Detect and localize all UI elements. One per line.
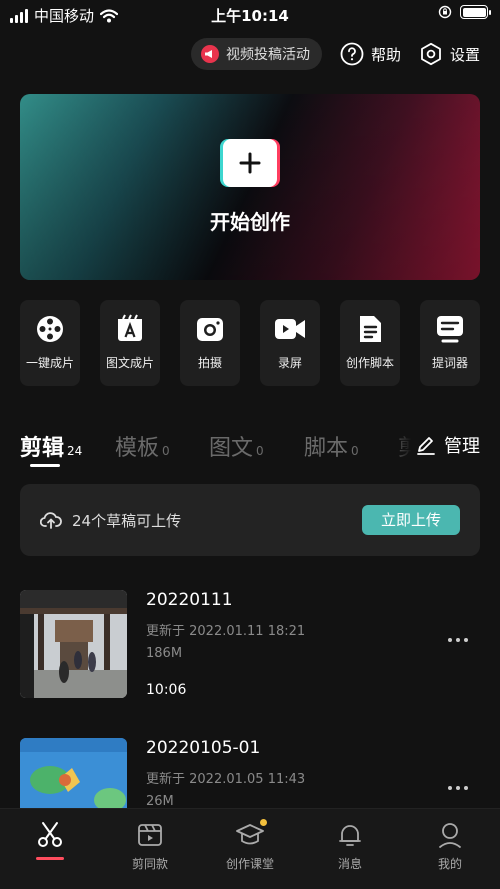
tool-label: 一键成片	[25, 356, 74, 370]
draft-name: 20220105-01	[146, 738, 261, 758]
tab-image-text[interactable]: 图文 0	[209, 430, 264, 462]
tab-label: 剪辑	[20, 436, 65, 461]
start-creation-title: 开始创作	[210, 210, 290, 234]
tab-label: 脚本	[304, 436, 349, 461]
script-icon	[360, 316, 381, 342]
text-image-icon	[118, 314, 142, 341]
manage-button[interactable]: 管理	[392, 432, 480, 458]
draft-thumbnail	[20, 590, 127, 698]
camera-icon	[197, 318, 223, 341]
draft-size: 26M	[146, 794, 174, 809]
start-creation-card[interactable]: 开始创作	[20, 94, 480, 280]
tool-label: 录屏	[277, 356, 302, 370]
help-button[interactable]: 帮助	[340, 42, 401, 66]
active-tab-indicator	[30, 464, 60, 467]
upload-text: 24个草稿可上传	[72, 512, 182, 530]
nav-classroom[interactable]: 创作课堂	[200, 809, 300, 889]
draft-name: 20220111	[146, 590, 233, 610]
nav-label: 消息	[337, 857, 362, 871]
screen-record-icon	[275, 319, 305, 339]
nav-label: 剪同款	[131, 857, 168, 871]
cloud-upload-icon	[40, 512, 62, 529]
bottom-nav: 剪同款 创作课堂 消息 我的	[0, 808, 500, 889]
tab-label: 模板	[115, 436, 160, 461]
orientation-lock-icon	[438, 5, 452, 19]
draft-tabs: 剪辑 24 模板 0 图文 0 脚本 0 剪 管理	[20, 430, 480, 470]
draft-updated: 更新于 2022.01.05 11:43	[146, 772, 306, 787]
teleprompter-icon	[437, 316, 463, 343]
plus-icon	[223, 139, 277, 187]
tab-count: 0	[256, 444, 264, 458]
nav-label: 我的	[437, 857, 462, 871]
tab-script[interactable]: 脚本 0	[304, 430, 359, 462]
status-time: 上午10:14	[211, 7, 289, 25]
tab-edit[interactable]: 剪辑 24	[20, 430, 82, 462]
status-right	[438, 5, 491, 19]
nav-label: 创作课堂	[225, 857, 274, 871]
tab-count: 0	[351, 444, 359, 458]
clapperboard-icon	[138, 824, 162, 846]
scissors-icon	[38, 822, 62, 847]
tool-script[interactable]: 创作脚本	[340, 300, 400, 386]
draft-size: 186M	[146, 646, 183, 661]
megaphone-icon	[200, 45, 219, 63]
draft-duration: 10:06	[146, 682, 187, 698]
notification-dot	[260, 819, 267, 826]
tool-one-click[interactable]: 一键成片	[20, 300, 80, 386]
draft-item[interactable]: 20220111 更新于 2022.01.11 18:21 186M 10:06	[20, 590, 480, 700]
settings-label: 设置	[449, 45, 480, 64]
tab-label: 图文	[209, 436, 254, 461]
promo-button[interactable]: 视频投稿活动	[190, 38, 322, 70]
tab-template[interactable]: 模板 0	[115, 430, 170, 462]
nav-edit[interactable]	[0, 809, 100, 889]
bell-icon	[339, 825, 361, 846]
tab-count: 24	[67, 444, 83, 458]
tool-teleprompter[interactable]: 提词器	[420, 300, 480, 386]
tool-label: 提词器	[431, 356, 468, 370]
nav-messages[interactable]: 消息	[300, 809, 400, 889]
tool-label: 图文成片	[105, 356, 154, 370]
top-actions: 视频投稿活动 帮助 设置	[190, 38, 480, 70]
gear-icon	[421, 42, 441, 66]
upload-now-button[interactable]: 立即上传	[362, 505, 460, 535]
more-options-icon[interactable]	[448, 786, 468, 790]
more-options-icon[interactable]	[448, 638, 468, 642]
upload-banner: 24个草稿可上传 立即上传	[20, 484, 480, 556]
nav-profile[interactable]: 我的	[400, 809, 500, 889]
help-label: 帮助	[370, 45, 401, 64]
tab-count: 0	[162, 444, 170, 458]
tool-text-to-video[interactable]: 图文成片	[100, 300, 160, 386]
draft-updated: 更新于 2022.01.11 18:21	[146, 624, 306, 639]
tool-label: 拍摄	[197, 356, 222, 370]
manage-label: 管理	[444, 436, 480, 457]
tool-shoot[interactable]: 拍摄	[180, 300, 240, 386]
active-nav-indicator	[36, 857, 64, 860]
nav-templates[interactable]: 剪同款	[100, 809, 200, 889]
status-bar: 中国移动 上午10:14	[0, 0, 500, 30]
question-icon	[340, 42, 364, 66]
settings-button[interactable]: 设置	[419, 42, 480, 66]
user-icon	[439, 823, 461, 848]
tool-label: 创作脚本	[345, 356, 394, 370]
tool-screen-record[interactable]: 录屏	[260, 300, 320, 386]
edit-pencil-icon	[417, 437, 435, 455]
promo-label: 视频投稿活动	[225, 47, 310, 63]
film-reel-icon	[37, 316, 63, 342]
tool-row: 一键成片 图文成片 拍摄 录屏 创作脚本 提词器	[20, 300, 480, 386]
battery-icon	[460, 5, 491, 19]
